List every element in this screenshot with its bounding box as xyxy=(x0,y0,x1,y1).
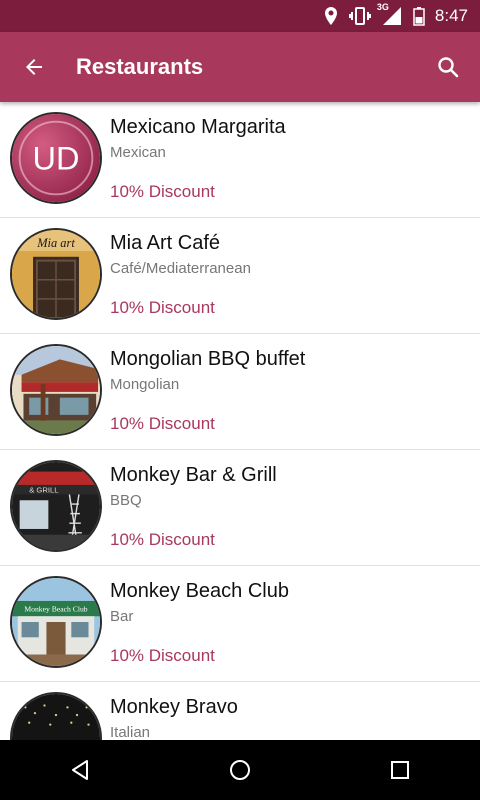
restaurant-avatar: Monkey Beach Club xyxy=(10,576,102,668)
restaurant-name: Mexicano Margarita xyxy=(110,116,286,138)
network-type-label: 3G xyxy=(376,2,389,12)
location-icon xyxy=(323,6,339,26)
restaurant-cuisine: Mexican xyxy=(110,144,166,161)
arrow-back-icon xyxy=(26,59,42,75)
app-bar: Restaurants xyxy=(0,32,480,102)
list-item[interactable]: UD Mexicano Margarita Mexican 10% Discou… xyxy=(0,102,480,218)
restaurant-avatar: UD xyxy=(10,112,102,204)
nav-back-button[interactable] xyxy=(50,740,110,800)
list-item[interactable]: Monkey Bravo Italian xyxy=(0,682,480,740)
logo-text: & GRILL xyxy=(29,486,58,495)
restaurant-name: Mongolian BBQ buffet xyxy=(110,348,306,370)
triangle-back-icon xyxy=(72,760,88,780)
restaurant-cuisine: BBQ xyxy=(110,492,142,509)
list-item[interactable]: Monkey Beach Club Monkey Beach Club Bar … xyxy=(0,566,480,682)
circle-home-icon xyxy=(230,760,250,780)
restaurant-cuisine: Bar xyxy=(110,608,134,625)
discount-label: 10% Discount xyxy=(110,182,215,201)
restaurant-cuisine: Italian xyxy=(110,724,151,740)
clock: 8:47 xyxy=(434,6,468,25)
list-item[interactable]: Mia art Mia Art Café Café/Mediaterranean… xyxy=(0,218,480,334)
list-item[interactable]: Mongolian BBQ buffet Mongolian 10% Disco… xyxy=(0,334,480,450)
signal-icon: 3G xyxy=(377,2,403,26)
search-button[interactable] xyxy=(430,49,466,85)
nav-recents-button[interactable] xyxy=(370,740,430,800)
back-button[interactable] xyxy=(16,49,52,85)
restaurant-list[interactable]: UD Mexicano Margarita Mexican 10% Discou… xyxy=(0,102,480,740)
restaurant-name: Mia Art Café xyxy=(110,232,221,254)
system-nav-bar xyxy=(0,740,480,800)
logo-text: Monkey Beach Club xyxy=(24,604,87,613)
square-recents-icon xyxy=(391,761,409,779)
restaurant-avatar xyxy=(10,692,102,740)
discount-label: 10% Discount xyxy=(110,530,215,549)
restaurant-avatar: Mia art xyxy=(10,228,102,320)
restaurant-name: Monkey Bravo xyxy=(110,696,238,718)
restaurant-name: Monkey Bar & Grill xyxy=(110,464,277,486)
restaurant-avatar: & GRILL xyxy=(10,460,102,552)
battery-icon xyxy=(413,6,425,26)
logo-text: UD xyxy=(33,140,80,176)
page-title: Restaurants xyxy=(76,54,204,79)
restaurant-name: Monkey Beach Club xyxy=(110,580,289,602)
status-bar: 3G 8:47 xyxy=(0,0,480,32)
nav-home-button[interactable] xyxy=(210,740,270,800)
logo-text: Mia art xyxy=(36,236,75,250)
list-item[interactable]: & GRILL Monkey Bar & Grill BBQ 10% Disco… xyxy=(0,450,480,566)
search-icon xyxy=(438,57,459,78)
vibrate-icon xyxy=(348,6,371,26)
discount-label: 10% Discount xyxy=(110,414,215,433)
restaurant-cuisine: Café/Mediaterranean xyxy=(110,260,251,277)
restaurant-avatar xyxy=(10,344,102,436)
restaurant-cuisine: Mongolian xyxy=(110,376,180,393)
discount-label: 10% Discount xyxy=(110,298,215,317)
discount-label: 10% Discount xyxy=(110,646,215,665)
